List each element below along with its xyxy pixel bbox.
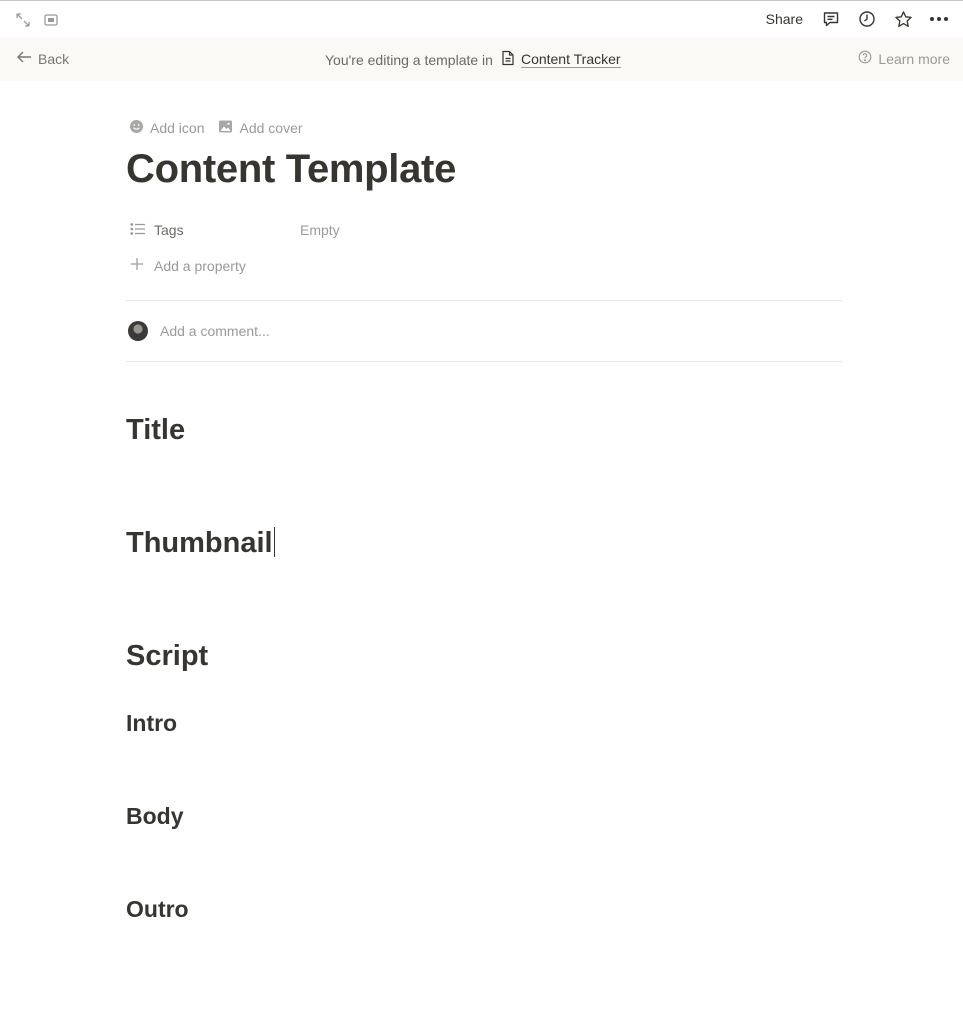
learn-more-link[interactable]: Learn more <box>858 50 950 67</box>
history-clock-icon[interactable] <box>855 7 879 31</box>
top-bar-right: Share <box>762 7 951 31</box>
arrow-left-icon <box>16 50 32 67</box>
add-property-button[interactable]: Add a property <box>130 257 246 274</box>
heading-body[interactable]: Body <box>126 803 184 830</box>
heading-title[interactable]: Title <box>126 414 185 447</box>
banner-message: You're editing a template in Content Tra… <box>325 50 621 69</box>
database-name: Content Tracker <box>520 50 621 68</box>
editing-template-text: You're editing a template in <box>325 51 493 68</box>
page-title[interactable]: Content Template <box>126 147 456 192</box>
page-icon <box>501 50 515 69</box>
image-icon <box>218 119 233 137</box>
add-icon-button[interactable]: Add icon <box>129 119 204 137</box>
list-icon <box>130 222 146 239</box>
back-label: Back <box>38 50 70 67</box>
plus-icon <box>130 257 144 274</box>
comment-input[interactable] <box>160 323 760 339</box>
text-cursor <box>273 527 275 557</box>
share-button[interactable]: Share <box>762 11 807 27</box>
help-circle-icon <box>858 50 872 67</box>
add-property-label: Add a property <box>154 257 246 274</box>
property-row-tags[interactable]: Tags Empty <box>130 219 843 241</box>
page-header-actions: Add icon Add cover <box>129 119 303 137</box>
comment-icon[interactable] <box>819 7 843 31</box>
property-name-label: Tags <box>154 222 184 238</box>
expand-icon[interactable] <box>14 11 32 29</box>
add-cover-label: Add cover <box>239 120 303 136</box>
more-icon[interactable] <box>927 7 951 31</box>
template-editing-banner: Back You're editing a template in Conten… <box>0 37 963 81</box>
learn-more-label: Learn more <box>878 50 950 67</box>
top-bar: Share <box>0 0 963 37</box>
add-cover-button[interactable]: Add cover <box>218 119 303 137</box>
back-button[interactable]: Back <box>16 50 69 67</box>
avatar <box>128 321 148 341</box>
add-icon-label: Add icon <box>150 120 205 136</box>
comment-composer <box>128 321 760 341</box>
heading-thumbnail[interactable]: Thumbnail <box>126 527 275 560</box>
database-link[interactable]: Content Tracker <box>501 50 621 69</box>
heading-outro[interactable]: Outro <box>126 896 189 923</box>
heading-thumbnail-text: Thumbnail <box>126 527 273 559</box>
divider <box>126 361 843 362</box>
property-value[interactable]: Empty <box>300 222 340 238</box>
heading-script[interactable]: Script <box>126 640 208 673</box>
star-icon[interactable] <box>891 7 915 31</box>
heading-intro[interactable]: Intro <box>126 710 177 737</box>
smiley-icon <box>129 119 144 137</box>
property-name[interactable]: Tags <box>130 222 300 239</box>
divider <box>126 300 843 301</box>
sidebar-peek-icon[interactable] <box>42 11 60 29</box>
top-bar-left-icons <box>14 11 60 29</box>
